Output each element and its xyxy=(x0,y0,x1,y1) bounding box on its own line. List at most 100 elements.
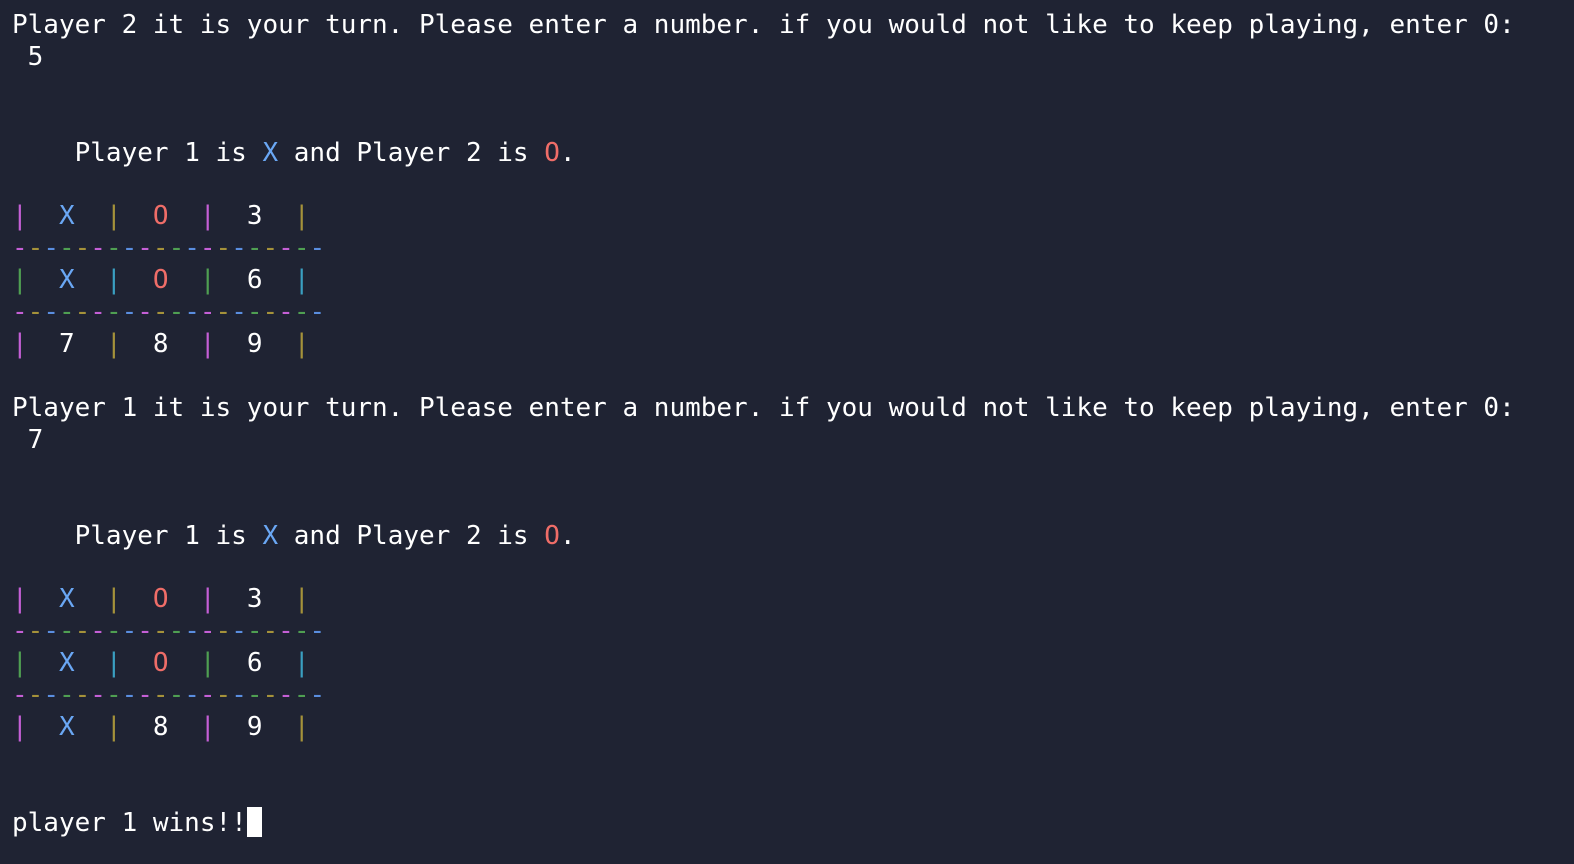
board-cell: 3 xyxy=(246,201,263,231)
info-middle: and Player 2 is xyxy=(278,138,545,168)
board-divider: | xyxy=(12,712,28,742)
board-separator: -------------------- xyxy=(12,679,325,711)
board-cell: 9 xyxy=(246,712,263,742)
separator-dash: - xyxy=(199,680,216,710)
board-divider: | xyxy=(293,201,310,231)
separator-dash: - xyxy=(137,616,153,646)
separator-dash: - xyxy=(105,680,122,710)
separator-dash: - xyxy=(137,680,153,710)
user-input-player-1: 7 xyxy=(12,425,44,455)
x-mark-label: X xyxy=(262,138,279,168)
board-separator: -------------------- xyxy=(12,296,325,328)
board-row: | X | 8 | 9 | xyxy=(12,711,309,743)
board-row: | X | O | 6 | xyxy=(12,264,309,296)
separator-dash: - xyxy=(309,680,326,710)
separator-dash: - xyxy=(309,297,326,327)
board-divider: | xyxy=(12,648,28,678)
separator-dash: - xyxy=(215,297,232,327)
info-suffix: . xyxy=(559,138,576,168)
board-cell: X xyxy=(58,584,75,614)
separator-dash: - xyxy=(246,616,263,646)
info-middle: and Player 2 is xyxy=(278,521,545,551)
separator-dash: - xyxy=(293,233,310,263)
board-divider: | xyxy=(293,648,310,678)
o-mark-label: O xyxy=(544,521,560,551)
separator-dash: - xyxy=(231,297,247,327)
separator-dash: - xyxy=(43,616,59,646)
separator-dash: - xyxy=(12,297,28,327)
board-divider: | xyxy=(199,201,216,231)
board-cell: 8 xyxy=(152,712,169,742)
separator-dash: - xyxy=(231,233,247,263)
separator-dash: - xyxy=(90,616,106,646)
board-divider: | xyxy=(293,265,310,295)
board-row: | X | O | 3 | xyxy=(12,200,309,232)
result-line: player 1 wins!! xyxy=(12,807,262,839)
board-cell: O xyxy=(152,648,169,678)
separator-dash: - xyxy=(105,616,122,646)
board-divider: | xyxy=(293,329,310,359)
separator-dash: - xyxy=(199,616,216,646)
separator-dash: - xyxy=(184,680,200,710)
player-assignment-info: Player 1 is X and Player 2 is O. xyxy=(12,488,576,551)
board-cell: X xyxy=(58,201,75,231)
separator-dash: - xyxy=(215,680,232,710)
separator-dash: - xyxy=(152,233,169,263)
separator-dash: - xyxy=(27,680,44,710)
separator-dash: - xyxy=(90,233,106,263)
board-divider: | xyxy=(105,265,122,295)
board-cell: O xyxy=(152,265,169,295)
separator-dash: - xyxy=(278,233,294,263)
separator-dash: - xyxy=(215,616,232,646)
separator-dash: - xyxy=(199,233,216,263)
info-prefix: Player 1 is xyxy=(74,521,263,551)
separator-dash: - xyxy=(184,297,200,327)
board-cell: X xyxy=(58,265,75,295)
board-cell: 3 xyxy=(246,584,263,614)
board-separator: -------------------- xyxy=(12,232,325,264)
separator-dash: - xyxy=(278,680,294,710)
board-cell: O xyxy=(152,201,169,231)
separator-dash: - xyxy=(43,233,59,263)
board-row: | X | O | 3 | xyxy=(12,583,309,615)
board-row: | 7 | 8 | 9 | xyxy=(12,328,309,360)
separator-dash: - xyxy=(152,616,169,646)
separator-dash: - xyxy=(231,680,247,710)
board-cell: 7 xyxy=(58,329,75,359)
board-divider: | xyxy=(105,201,122,231)
separator-dash: - xyxy=(199,297,216,327)
separator-dash: - xyxy=(246,233,263,263)
separator-dash: - xyxy=(184,233,200,263)
board-divider: | xyxy=(105,712,122,742)
board-divider: | xyxy=(199,584,216,614)
separator-dash: - xyxy=(293,680,310,710)
result-message: player 1 wins!! xyxy=(12,808,247,838)
board-divider: | xyxy=(12,265,28,295)
terminal-window[interactable]: Player 2 it is your turn. Please enter a… xyxy=(0,0,1574,864)
separator-dash: - xyxy=(12,233,28,263)
separator-dash: - xyxy=(58,680,75,710)
separator-dash: - xyxy=(168,233,185,263)
info-suffix: . xyxy=(559,521,576,551)
separator-dash: - xyxy=(121,297,138,327)
board-divider: | xyxy=(293,584,310,614)
board-divider: | xyxy=(105,584,122,614)
separator-dash: - xyxy=(168,297,185,327)
board-cell: 6 xyxy=(246,265,263,295)
separator-dash: - xyxy=(262,616,279,646)
separator-dash: - xyxy=(215,233,232,263)
separator-dash: - xyxy=(137,233,153,263)
separator-dash: - xyxy=(278,616,294,646)
separator-dash: - xyxy=(27,297,44,327)
separator-dash: - xyxy=(43,680,59,710)
separator-dash: - xyxy=(105,233,122,263)
board-cell: X xyxy=(58,648,75,678)
turn-prompt-player-2: Player 2 it is your turn. Please enter a… xyxy=(12,10,1515,40)
separator-dash: - xyxy=(168,616,185,646)
board-cell: 8 xyxy=(152,329,169,359)
board-cell: 9 xyxy=(246,329,263,359)
board-divider: | xyxy=(12,201,28,231)
board-cell: 6 xyxy=(246,648,263,678)
separator-dash: - xyxy=(12,616,28,646)
separator-dash: - xyxy=(27,233,44,263)
